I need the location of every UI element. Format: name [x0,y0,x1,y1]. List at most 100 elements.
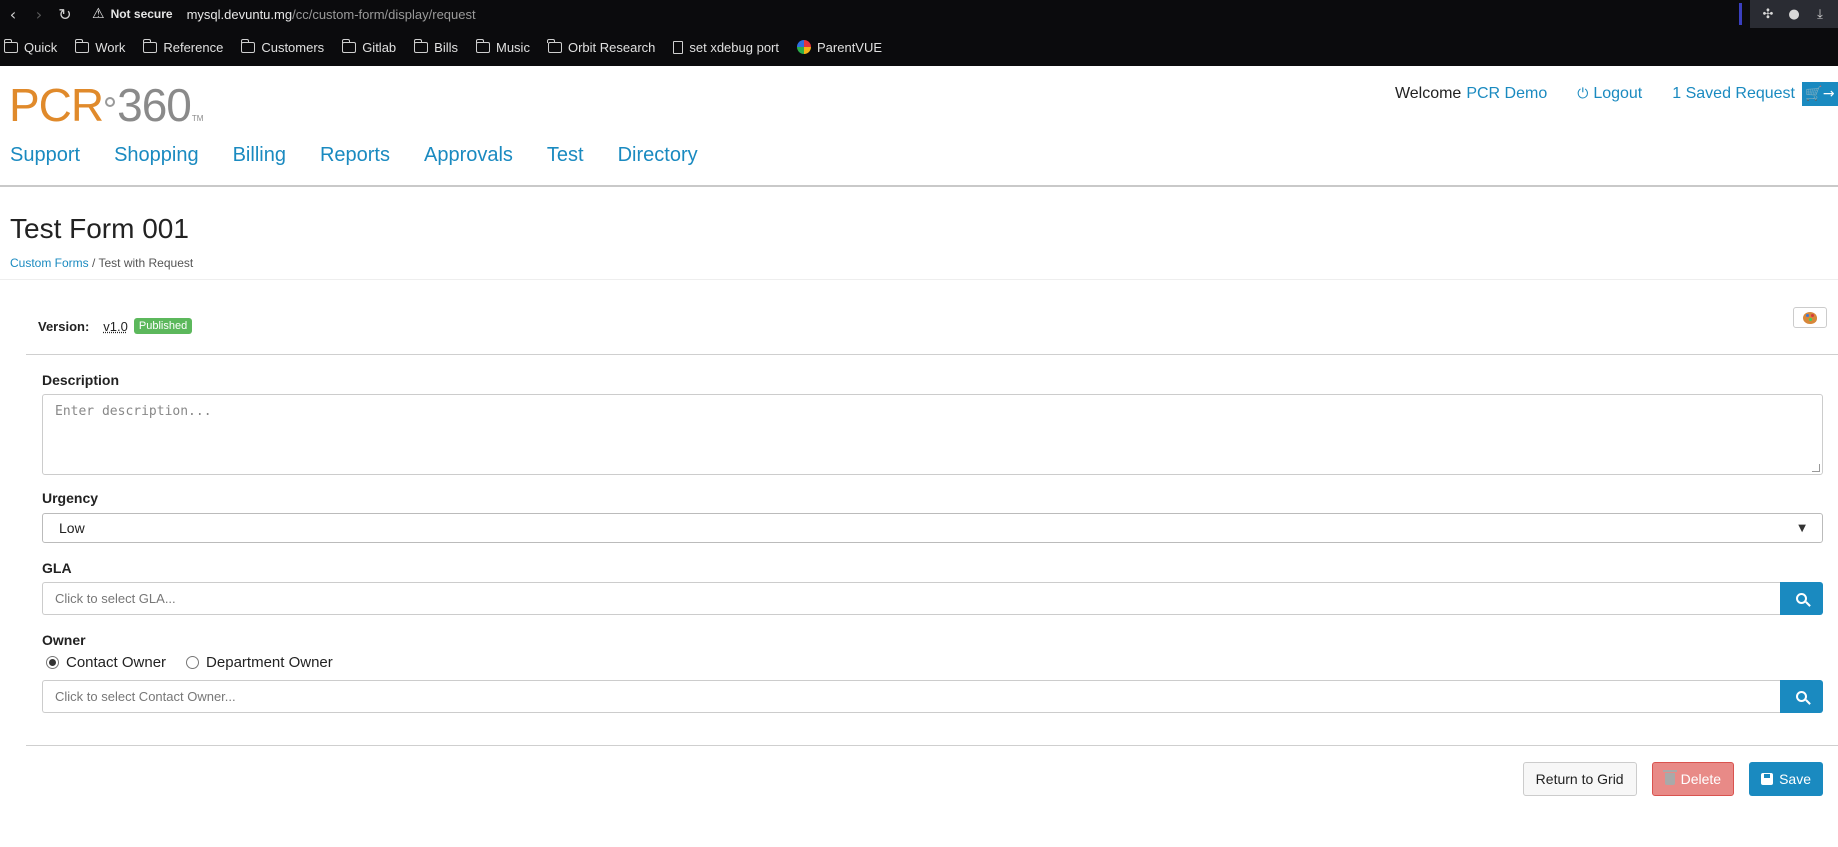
folder-icon [547,38,562,53]
bookmark-reference[interactable]: Reference [142,38,224,55]
logo-dot [105,97,116,107]
bookmark-orbit-research[interactable]: Orbit Research [547,38,655,55]
folder-icon [413,38,429,53]
gla-placeholder: Click to select GLA... [55,591,176,606]
logo-360: 360 [117,79,192,131]
folder-icon [240,38,256,53]
breadcrumb-custom-forms[interactable]: Custom Forms [10,256,89,270]
bookmark-xdebug[interactable]: set xdebug port [673,40,779,55]
return-to-grid-button[interactable]: Return to Grid [1522,762,1637,796]
folder-icon [341,38,357,53]
owner-option-department[interactable]: Department Owner [186,654,333,671]
profile-icon[interactable]: ● [1786,6,1802,22]
version-row: Version: v1.0 Published [38,318,193,334]
logout-link[interactable]: ⏻ Logout [1577,85,1642,103]
form-bottom-divider [26,745,1838,746]
owner-option-label: Department Owner [206,654,333,671]
browser-toolbar: ‹ › ↻ ⚠ Not secure mysql.devuntu.mg/cc/c… [0,0,1838,28]
back-icon[interactable]: ‹ [0,0,26,28]
pcr360-logo[interactable]: PCR 360 TM [9,78,203,132]
form-top-divider [26,354,1838,355]
search-icon [1796,691,1807,702]
urgency-select[interactable]: Low ▼ [42,513,1823,543]
version-label: Version: [38,318,90,334]
bookmark-bills[interactable]: Bills [413,38,458,55]
search-icon [1796,593,1807,604]
bookmark-parentvue[interactable]: ParentVUE [797,40,882,55]
nav-billing[interactable]: Billing [233,144,286,167]
version-value[interactable]: v1.0 [103,319,128,334]
breadcrumb-divider [0,279,1838,280]
breadcrumb: Custom Forms / Test with Request [10,256,193,270]
delete-label: Delete [1680,771,1722,787]
bookmarks-bar: Quick Work Reference Customers Gitlab Bi… [0,28,1838,66]
toolbar-separator [1739,3,1742,25]
owner-lookup: Click to select Contact Owner... [42,680,1823,713]
trash-icon [1662,770,1677,785]
urgency-value: Low [59,520,85,536]
save-button[interactable]: Save [1749,762,1823,796]
gla-search-button[interactable] [1780,582,1823,615]
bookmark-label: Quick [24,39,58,55]
bookmark-work[interactable]: Work [74,38,125,55]
saved-request-link[interactable]: 1 Saved Request [1672,85,1795,103]
return-label: Return to Grid [1535,771,1624,787]
security-label: Not secure [110,7,173,21]
owner-search-button[interactable] [1780,680,1823,713]
floppy-disk-icon [1761,773,1774,785]
radio-contact-owner[interactable] [46,656,59,669]
bookmark-quick[interactable]: Quick [3,38,58,55]
cart-arrow-icon: 🛒→ [1805,86,1835,102]
address-bar[interactable]: mysql.devuntu.mg/cc/custom-form/display/… [187,7,476,22]
parentvue-icon [797,40,811,54]
delete-button[interactable]: Delete [1651,762,1735,796]
bookmark-label: Reference [163,39,224,55]
bookmark-customers[interactable]: Customers [240,38,325,55]
urgency-label: Urgency [42,490,99,506]
nav-approvals[interactable]: Approvals [424,144,513,167]
gla-lookup: Click to select GLA... [42,582,1823,615]
logo-pcr: PCR [9,79,104,131]
owner-option-contact[interactable]: Contact Owner [46,654,166,671]
owner-input[interactable]: Click to select Contact Owner... [42,680,1780,713]
resize-handle-icon[interactable] [1812,464,1820,472]
description-placeholder: Enter description... [55,404,212,419]
logo-tm: TM [191,114,204,123]
bookmark-gitlab[interactable]: Gitlab [341,38,396,55]
radio-department-owner[interactable] [186,656,200,669]
nav-directory[interactable]: Directory [618,144,698,167]
bookmark-label: Bills [434,39,458,55]
nav-reports[interactable]: Reports [320,144,390,167]
theme-button[interactable] [1793,307,1827,328]
security-indicator[interactable]: ⚠ Not secure [92,6,173,22]
download-icon[interactable]: ⤓ [1812,6,1828,22]
url-path: /cc/custom-form/display/request [292,6,476,22]
owner-radio-group: Contact Owner Department Owner [46,654,353,671]
description-field[interactable]: Enter description... [42,394,1823,475]
url-host: mysql.devuntu.mg [186,6,293,22]
nav-test[interactable]: Test [547,144,584,167]
bookmark-label: set xdebug port [689,39,779,55]
nav-support[interactable]: Support [10,144,80,167]
gla-input[interactable]: Click to select GLA... [42,582,1780,615]
forward-icon[interactable]: › [26,0,52,28]
user-name-link[interactable]: PCR Demo [1466,85,1547,103]
folder-icon [475,38,490,53]
cart-button[interactable]: 🛒→ [1802,82,1838,106]
nav-shopping[interactable]: Shopping [114,144,199,167]
folder-icon [74,38,90,53]
extension-icons: ✣ ● ⤓ [1750,0,1838,28]
folder-icon [142,38,158,53]
bookmark-music[interactable]: Music [475,38,530,55]
chevron-down-icon: ▼ [1798,522,1806,534]
status-badge: Published [133,318,193,334]
power-icon: ⏻ [1577,86,1589,102]
bookmark-label: Customers [261,39,325,55]
puzzle-icon[interactable]: ✣ [1760,6,1776,22]
reload-icon[interactable]: ↻ [52,0,78,28]
welcome-text: Welcome [1394,85,1462,102]
palette-icon [1803,311,1817,324]
owner-option-label: Contact Owner [66,654,167,671]
folder-icon [3,38,18,53]
app-header: PCR 360 TM Welcome PCR Demo ⏻ Logout 1 S… [0,66,1838,187]
